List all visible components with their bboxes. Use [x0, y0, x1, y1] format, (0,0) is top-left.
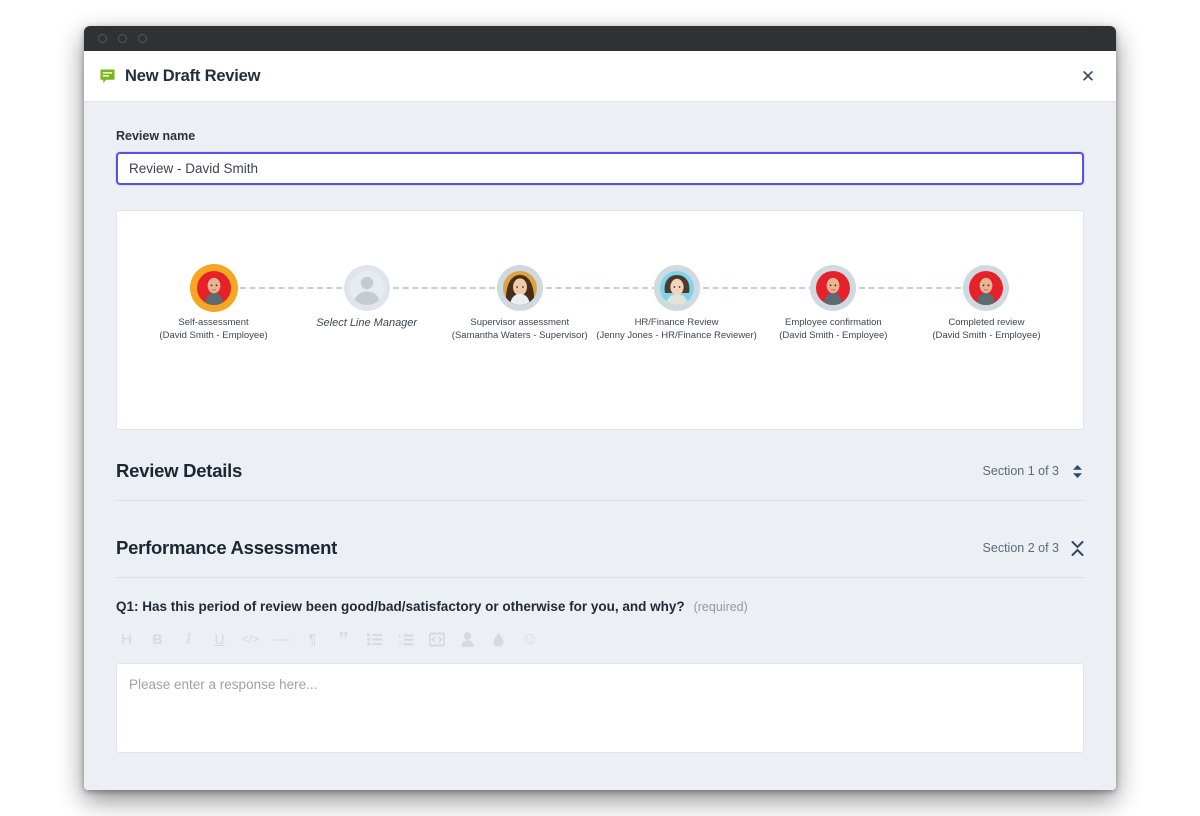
- emoji-icon[interactable]: ☺: [514, 626, 545, 652]
- workflow-step[interactable]: Employee confirmation (David Smith - Empl…: [757, 268, 997, 342]
- workflow-steps: Self-assessment (David Smith - Employee) S…: [117, 268, 1083, 342]
- mention-icon[interactable]: [452, 626, 483, 652]
- david-smith-avatar: [969, 271, 1004, 305]
- modal-body: Review name Review - David Smith Self-as…: [84, 102, 1116, 790]
- window-minimize-dot[interactable]: [118, 34, 127, 43]
- workflow-step-caption: Completed review (David Smith - Employee): [932, 317, 1040, 342]
- workflow-step-caption: HR/Finance Review (Jenny Jones - HR/Finan…: [596, 317, 757, 342]
- section-header-performance-assessment[interactable]: Performance Assessment Section 2 of 3: [116, 529, 1084, 567]
- paragraph-icon[interactable]: ¶: [297, 626, 328, 652]
- inline-code-icon[interactable]: </>: [235, 626, 266, 652]
- bullet-list-icon[interactable]: [359, 626, 390, 652]
- code-block-icon[interactable]: [421, 626, 452, 652]
- question-text: Q1: Has this period of review been good/…: [116, 599, 685, 614]
- workflow-step-caption: Select Line Manager: [316, 317, 417, 330]
- chevron-up-down-icon[interactable]: [1070, 463, 1084, 479]
- david-smith-avatar: [196, 271, 231, 305]
- response-placeholder: Please enter a response here...: [129, 677, 318, 692]
- required-badge: (required): [693, 600, 748, 614]
- heading-icon[interactable]: H: [111, 626, 142, 652]
- section-controls: Section 1 of 3: [983, 463, 1084, 479]
- section-header-review-details[interactable]: Review Details Section 1 of 3: [116, 452, 1084, 490]
- workflow-step[interactable]: Supervisor assessment (Samantha Waters - …: [443, 268, 683, 342]
- workflow-step-title: HR/Finance Review: [634, 317, 719, 328]
- svg-text:1: 1: [398, 634, 402, 640]
- avatar[interactable]: [656, 268, 697, 308]
- window-close-dot[interactable]: [98, 34, 107, 43]
- underline-icon[interactable]: U: [204, 626, 235, 652]
- modal-header: New Draft Review ✕: [84, 51, 1116, 102]
- response-textarea[interactable]: Please enter a response here...: [116, 663, 1084, 753]
- samantha-waters-avatar: [502, 271, 537, 305]
- workflow-step-title: Select Line Manager: [316, 317, 418, 329]
- chevron-collapse-icon[interactable]: [1070, 540, 1084, 556]
- workflow-card: Self-assessment (David Smith - Employee) S…: [116, 210, 1084, 430]
- section-meta: Section 2 of 3: [982, 541, 1059, 555]
- close-icon[interactable]: ✕: [1077, 65, 1099, 87]
- workflow-step[interactable]: Self-assessment (David Smith - Employee): [137, 268, 377, 342]
- color-icon[interactable]: [483, 626, 514, 652]
- app-window: New Draft Review ✕ Review name Review - …: [84, 26, 1116, 790]
- workflow-step-subtitle: (David Smith - Employee): [779, 329, 888, 341]
- question-row: Q1: Has this period of review been good/…: [116, 599, 1084, 614]
- page-title: New Draft Review: [125, 66, 261, 85]
- section-controls: Section 2 of 3: [983, 540, 1084, 556]
- section-divider-1: [116, 500, 1084, 501]
- blockquote-icon[interactable]: ”: [328, 626, 359, 652]
- placeholder-avatar: [349, 271, 384, 305]
- review-name-input[interactable]: Review - David Smith: [116, 152, 1084, 185]
- avatar[interactable]: [193, 268, 234, 308]
- workflow-step-subtitle: (David Smith - Employee): [932, 329, 1041, 341]
- review-name-label: Review name: [116, 129, 196, 143]
- workflow-step-title: Supervisor assessment: [470, 317, 570, 328]
- section-title: Review Details: [116, 460, 243, 481]
- window-titlebar: [84, 26, 1116, 51]
- avatar[interactable]: [813, 268, 854, 308]
- svg-text:2: 2: [398, 641, 402, 646]
- workflow-step-title: Employee confirmation: [785, 317, 882, 328]
- editor-toolbar: H B I U </> — ¶” 1 2 ☺: [111, 624, 1079, 654]
- avatar[interactable]: [346, 268, 387, 308]
- workflow-step[interactable]: Select Line Manager: [290, 268, 530, 342]
- workflow-step-subtitle: (David Smith - Employee): [159, 329, 268, 341]
- window-maximize-dot[interactable]: [138, 34, 147, 43]
- italic-icon[interactable]: I: [173, 626, 204, 652]
- workflow-step[interactable]: HR/Finance Review (Jenny Jones - HR/Finan…: [596, 268, 840, 342]
- jenny-jones-avatar: [659, 271, 694, 305]
- workflow-step[interactable]: Completed review (David Smith - Employee): [910, 268, 1063, 342]
- numbered-list-icon[interactable]: 12: [390, 626, 421, 652]
- comment-icon: [100, 68, 115, 83]
- section-divider-2: [116, 577, 1084, 578]
- workflow-step-subtitle: (Jenny Jones - HR/Finance Reviewer): [596, 329, 757, 341]
- workflow-step-caption: Self-assessment (David Smith - Employee): [159, 317, 267, 342]
- workflow-step-title: Completed review: [948, 317, 1025, 328]
- avatar[interactable]: [966, 268, 1007, 308]
- david-smith-avatar: [816, 271, 851, 305]
- bold-icon[interactable]: B: [142, 626, 173, 652]
- workflow-step-title: Self-assessment: [178, 317, 249, 328]
- section-title: Performance Assessment: [116, 537, 338, 558]
- workflow-step-caption: Employee confirmation (David Smith - Empl…: [779, 317, 887, 342]
- section-meta: Section 1 of 3: [982, 464, 1059, 478]
- workflow-step-caption: Supervisor assessment (Samantha Waters - …: [452, 317, 588, 342]
- avatar[interactable]: [499, 268, 540, 308]
- review-name-value: Review - David Smith: [129, 161, 259, 176]
- workflow-step-subtitle: (Samantha Waters - Supervisor): [451, 329, 588, 341]
- horizontal-rule-icon[interactable]: —: [266, 626, 297, 652]
